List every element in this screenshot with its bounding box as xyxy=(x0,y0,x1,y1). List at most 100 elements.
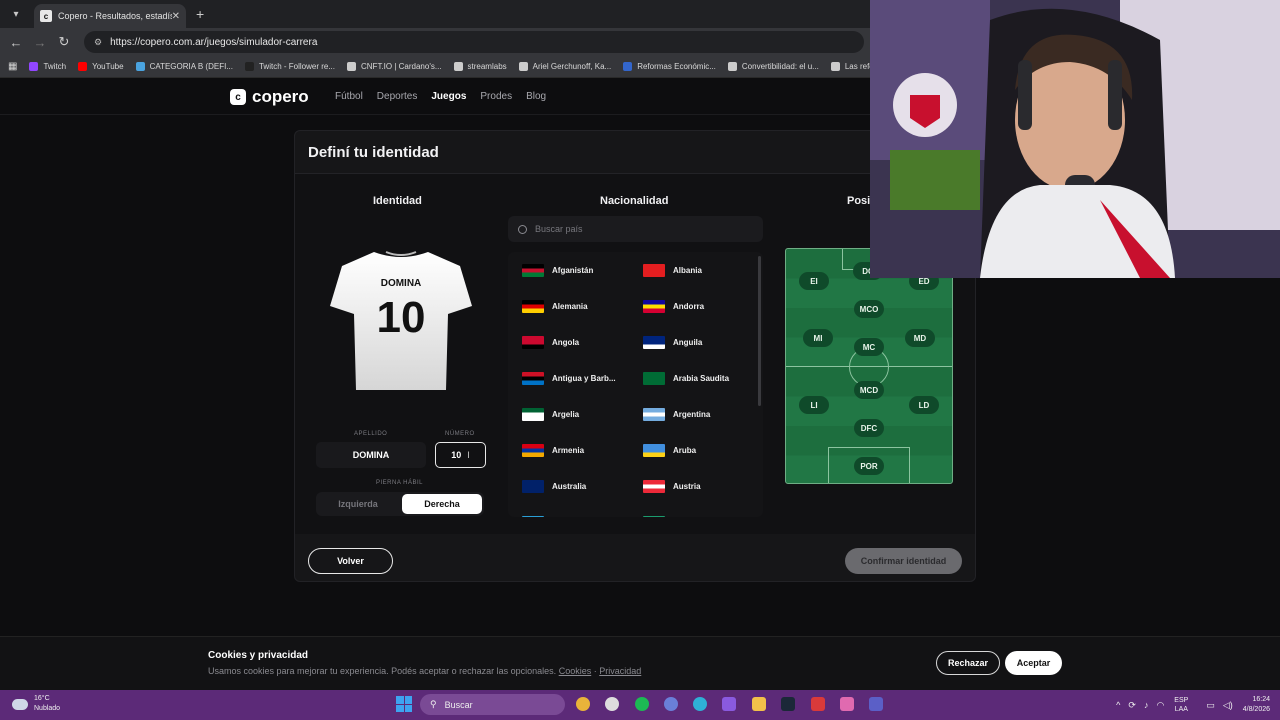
privacy-link[interactable]: Privacidad xyxy=(599,666,641,676)
cookies-link[interactable]: Cookies xyxy=(559,666,592,676)
language-indicator[interactable]: ESP LAA xyxy=(1174,696,1188,714)
country-search-input[interactable]: Buscar país xyxy=(508,216,763,242)
forward-button[interactable]: → xyxy=(28,35,52,50)
logo-text: copero xyxy=(252,87,309,106)
back-button-volver[interactable]: Volver xyxy=(308,548,393,574)
bookmark-item[interactable]: YouTube xyxy=(78,62,124,71)
position-li[interactable]: LI xyxy=(799,396,829,414)
position-md[interactable]: MD xyxy=(905,329,935,347)
country-option[interactable]: Armenia xyxy=(522,444,584,457)
bookmark-item[interactable]: Reformas Económic... xyxy=(623,62,716,71)
headset-icon[interactable]: ◠ xyxy=(1156,700,1164,711)
bookmark-item[interactable]: Twitch - Follower re... xyxy=(244,62,335,71)
bookmark-item[interactable]: CNFT.IO | Cardano's... xyxy=(347,62,442,71)
bookmark-label: CATEGORIA B (DEFI... xyxy=(149,62,233,71)
discord-taskbar-icon[interactable] xyxy=(664,697,678,711)
country-option[interactable]: Australia xyxy=(522,480,586,493)
country-option[interactable]: Aruba xyxy=(643,444,696,457)
country-option[interactable]: Arabia Saudita xyxy=(643,372,729,385)
country-option[interactable]: Anguila xyxy=(643,336,702,349)
country-name: Armenia xyxy=(552,446,585,455)
position-por[interactable]: POR xyxy=(854,457,884,475)
app-red-taskbar-icon[interactable] xyxy=(811,697,825,711)
position-ld[interactable]: LD xyxy=(909,396,939,414)
bookmark-item[interactable]: Convertibilidad: el u... xyxy=(727,62,819,71)
bookmark-label: Ariel Gerchunoff, Ka... xyxy=(532,62,612,71)
address-bar[interactable]: ⚙ https://copero.com.ar/juegos/simulador… xyxy=(84,31,864,53)
apps-taskbar-icon[interactable] xyxy=(722,697,736,711)
weather-widget[interactable]: 16°C Nublado xyxy=(12,694,60,714)
position-mco[interactable]: MCO xyxy=(854,300,884,318)
new-tab-button[interactable]: + xyxy=(196,6,204,22)
spotify-taskbar-icon[interactable] xyxy=(635,697,649,711)
country-option[interactable]: Argentina xyxy=(643,408,710,421)
country-option[interactable]: Andorra xyxy=(643,300,704,313)
position-mi[interactable]: MI xyxy=(803,329,833,347)
apps-grid-icon[interactable]: ▦ xyxy=(8,61,17,72)
position-ei[interactable]: EI xyxy=(799,272,829,290)
windows-taskbar: 16°C Nublado ⚲ Buscar ^ ⟳ ♪ ◠ ESP LAA ▭ … xyxy=(0,690,1280,720)
country-option[interactable]: Austria xyxy=(643,480,701,493)
copero-logo[interactable]: c copero xyxy=(230,87,309,107)
numero-input[interactable]: 10 I xyxy=(435,442,486,468)
close-tab-icon[interactable]: ✕ xyxy=(172,11,180,22)
taskbar-search[interactable]: ⚲ Buscar xyxy=(420,694,565,715)
numero-label: NÚMERO xyxy=(445,431,475,437)
chevron-up-icon[interactable]: ^ xyxy=(1116,700,1120,710)
bookmark-favicon-icon xyxy=(135,62,145,71)
flag-icon xyxy=(522,264,544,277)
country-name: Anguila xyxy=(673,338,703,347)
country-list: Afganistán Albania Alemania Andorra Angola An… xyxy=(508,252,763,517)
site-info-icon[interactable]: ⚙ xyxy=(94,37,102,48)
bookmark-item[interactable]: Twitch xyxy=(29,62,66,71)
bookmark-favicon-icon xyxy=(29,62,39,71)
site-nav: Fútbol Deportes Juegos Prodes Blog xyxy=(335,91,560,102)
country-option[interactable]: Argelia xyxy=(522,408,579,421)
country-option[interactable]: Afganistán xyxy=(522,264,593,277)
apellido-input[interactable]: DOMINA xyxy=(316,442,426,468)
bookmark-item[interactable]: Ariel Gerchunoff, Ka... xyxy=(518,62,612,71)
country-name: Afganistán xyxy=(552,266,594,275)
volume-icon[interactable]: ◁) xyxy=(1223,700,1233,711)
nav-item-blog[interactable]: Blog xyxy=(526,91,546,102)
nav-item-ftbol[interactable]: Fútbol xyxy=(335,91,363,102)
tab-list-button[interactable]: ▾ xyxy=(4,4,28,24)
browser-tab-active[interactable]: c Copero - Resultados, estadístic ✕ xyxy=(34,4,186,28)
microphone-icon[interactable]: ♪ xyxy=(1144,700,1149,710)
nacionalidad-heading: Nacionalidad xyxy=(600,195,669,207)
foot-left-option[interactable]: Izquierda xyxy=(318,494,398,514)
app-multi-taskbar-icon[interactable] xyxy=(840,697,854,711)
position-mcd[interactable]: MCD xyxy=(854,381,884,399)
foot-right-option[interactable]: Derecha xyxy=(402,494,482,514)
country-option[interactable]: Antigua y Barb... xyxy=(522,372,616,385)
position-dfc[interactable]: DFC xyxy=(854,419,884,437)
country-option[interactable]: Albania xyxy=(643,264,702,277)
bookmark-item[interactable]: CATEGORIA B (DEFI... xyxy=(135,62,233,71)
obs-taskbar-icon[interactable] xyxy=(605,697,619,711)
country-option[interactable]: Alemania xyxy=(522,300,588,313)
accept-cookies-button[interactable]: Aceptar xyxy=(1005,651,1062,675)
country-list-scrollbar[interactable] xyxy=(758,256,761,406)
country-name: Austria xyxy=(673,482,701,491)
start-button[interactable] xyxy=(396,696,412,712)
confirm-identity-button[interactable]: Confirmar identidad xyxy=(845,548,962,574)
reload-button[interactable]: ↻ xyxy=(52,34,76,50)
position-mc[interactable]: MC xyxy=(854,338,884,356)
edge-taskbar-icon[interactable] xyxy=(693,697,707,711)
steam-taskbar-icon[interactable] xyxy=(781,697,795,711)
bookmark-item[interactable]: streamlabs xyxy=(453,62,507,71)
file-explorer-taskbar-icon[interactable] xyxy=(752,697,766,711)
network-icon[interactable]: ▭ xyxy=(1206,700,1215,711)
chrome-taskbar-icon[interactable] xyxy=(576,697,590,711)
nav-item-juegos[interactable]: Juegos xyxy=(431,91,466,102)
back-button[interactable]: ← xyxy=(4,35,28,50)
tab-title: Copero - Resultados, estadístic xyxy=(58,11,172,21)
teams-taskbar-icon[interactable] xyxy=(869,697,883,711)
nav-item-prodes[interactable]: Prodes xyxy=(480,91,512,102)
country-option[interactable]: Angola xyxy=(522,336,579,349)
reject-cookies-button[interactable]: Rechazar xyxy=(936,651,1000,675)
sync-icon[interactable]: ⟳ xyxy=(1128,700,1136,711)
nav-item-deportes[interactable]: Deportes xyxy=(377,91,418,102)
clock[interactable]: 16:24 4/8/2026 xyxy=(1243,695,1270,715)
weather-temp: 16°C xyxy=(34,695,50,702)
